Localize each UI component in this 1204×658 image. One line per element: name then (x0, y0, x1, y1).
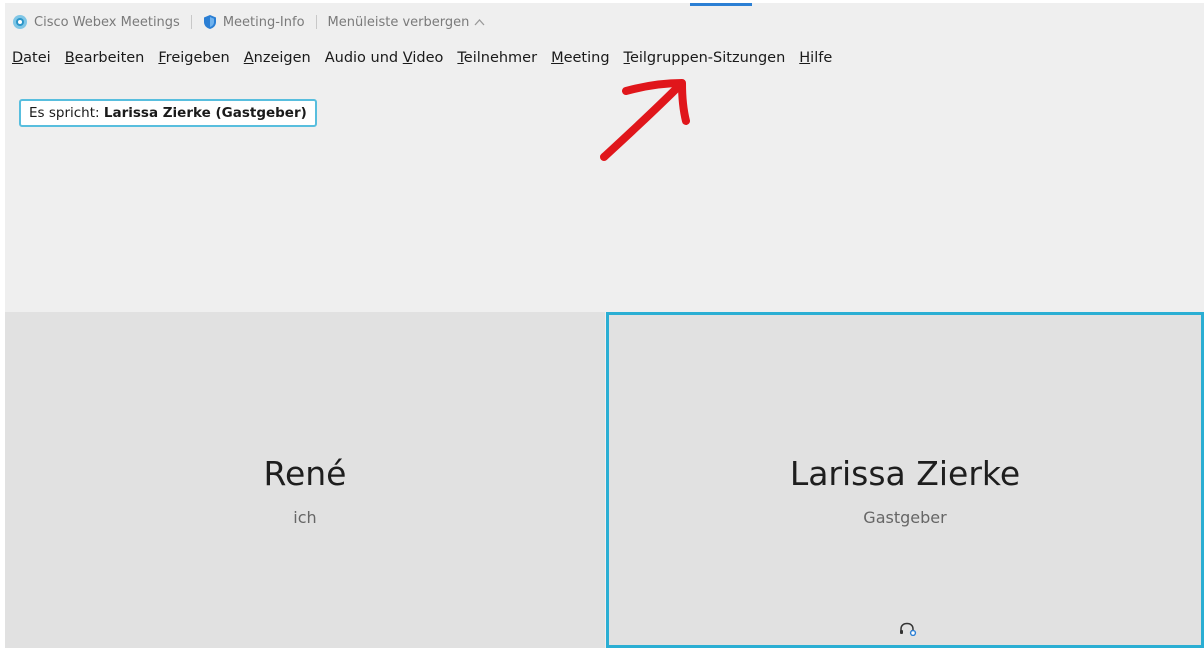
shield-icon (203, 14, 217, 30)
meeting-info-button[interactable]: Meeting-Info (203, 14, 305, 30)
title-bar: Cisco Webex Meetings Meeting-Info Menüle… (5, 11, 485, 33)
hide-menu-label: Menüleiste verbergen (327, 14, 470, 30)
menu-bearbeiten[interactable]: Bearbeiten (65, 50, 145, 66)
menu-accel: M (551, 50, 564, 66)
menu-bar: Datei Bearbeiten Freigeben Anzeigen Audi… (12, 50, 846, 66)
participant-name: Larissa Zierke (789, 454, 1021, 493)
participant-name: René (263, 454, 347, 493)
headset-icon (899, 621, 917, 640)
title-separator (315, 15, 317, 29)
menu-accel: H (799, 50, 811, 66)
participant-role: ich (293, 508, 317, 527)
menu-accel: D (12, 50, 24, 66)
menu-label: Audio und (324, 50, 403, 66)
menu-label: ideo (412, 50, 444, 66)
window-accent-bar (690, 3, 752, 6)
menu-label: atei (23, 50, 51, 66)
meeting-info-label: Meeting-Info (222, 14, 305, 30)
menu-meeting[interactable]: Meeting (551, 50, 609, 66)
menu-accel: F (158, 50, 166, 66)
participant-tile-host[interactable]: Larissa Zierke Gastgeber (606, 312, 1204, 648)
menu-label: ilfe (810, 50, 833, 66)
menu-teilgruppen-sitzungen[interactable]: Teilgruppen-Sitzungen (624, 50, 786, 66)
menu-label: reigeben (165, 50, 230, 66)
menu-label: nzeigen (253, 50, 311, 66)
participant-tile-self[interactable]: René ich (5, 312, 605, 648)
menu-label: eilgruppen-Sitzungen (629, 50, 786, 66)
participant-role: Gastgeber (863, 508, 947, 527)
active-speaker-indicator: Es spricht: Larissa Zierke (Gastgeber) (19, 99, 317, 127)
hide-menu-button[interactable]: Menüleiste verbergen (328, 15, 486, 30)
annotation-arrow-icon (590, 71, 710, 175)
menu-label: earbeiten (74, 50, 145, 66)
menu-label: eeting (563, 50, 610, 66)
menu-accel: B (64, 50, 75, 66)
menu-anzeigen[interactable]: Anzeigen (244, 50, 311, 66)
webex-logo-icon (12, 14, 28, 30)
speaking-prefix: Es spricht: (29, 105, 100, 121)
menu-accel: A (243, 50, 254, 66)
menu-teilnehmer[interactable]: Teilnehmer (457, 50, 537, 66)
meeting-window: Cisco Webex Meetings Meeting-Info Menüle… (5, 3, 1204, 648)
menu-datei[interactable]: Datei (12, 50, 51, 66)
menu-label: eilnehmer (463, 50, 538, 66)
chevron-up-icon (474, 15, 485, 30)
menu-freigeben[interactable]: Freigeben (158, 50, 229, 66)
menu-hilfe[interactable]: Hilfe (799, 50, 832, 66)
app-name-label: Cisco Webex Meetings (34, 14, 180, 30)
title-separator (190, 15, 192, 29)
speaking-name: Larissa Zierke (Gastgeber) (103, 105, 307, 121)
menu-accel: V (402, 50, 413, 66)
app-title: Cisco Webex Meetings (5, 14, 180, 30)
menu-audio-video[interactable]: Audio und Video (325, 50, 444, 66)
